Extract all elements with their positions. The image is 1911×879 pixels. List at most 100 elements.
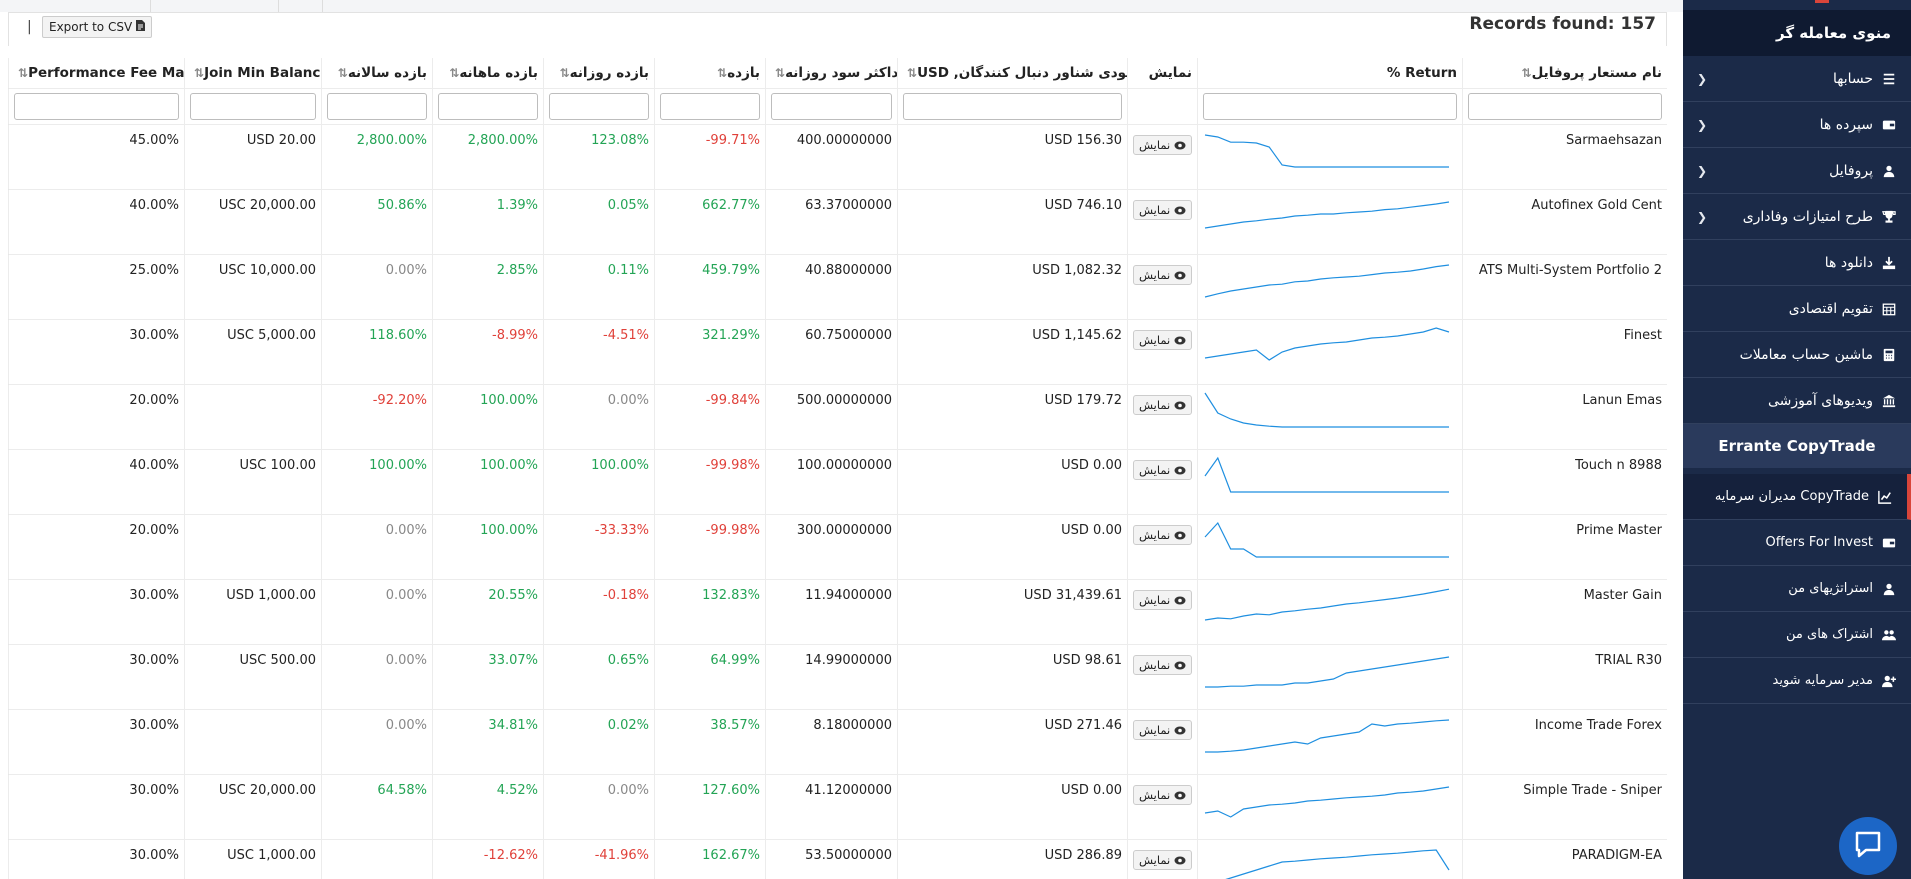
cell-value: 0.00% <box>385 263 427 278</box>
sidebar-item-3[interactable]: طرح امتیازات وفاداری ❮ <box>1683 194 1911 240</box>
sidebar-top-strip <box>1683 0 1911 10</box>
sidebar-item-7[interactable]: ویدیوهای آموزشی <box>1683 378 1911 424</box>
view-button[interactable]: نمایش <box>1133 785 1193 805</box>
view-button[interactable]: نمایش <box>1133 655 1193 675</box>
sidebar-item-label: ویدیوهای آموزشی <box>1768 392 1873 409</box>
cell-value: 1.39% <box>496 198 538 213</box>
view-button[interactable]: نمایش <box>1133 525 1193 545</box>
column-header-join_min[interactable]: ⇅Join Min Balance <box>184 58 321 88</box>
filter-input-max_daily[interactable] <box>771 93 892 120</box>
cell-value: 45.00% <box>129 133 179 148</box>
sidebar-item-2[interactable]: پروفایل ❮ <box>1683 148 1911 194</box>
view-button[interactable]: نمایش <box>1133 590 1193 610</box>
column-header-period[interactable]: ⇅بازده <box>654 58 765 88</box>
sidebar-item-5[interactable]: تقویم اقتصادی <box>1683 286 1911 332</box>
filter-input-return[interactable] <box>1203 93 1457 120</box>
user-icon <box>1881 581 1897 597</box>
view-button[interactable]: نمایش <box>1133 265 1193 285</box>
view-button[interactable]: نمایش <box>1133 395 1193 415</box>
filter-input-period[interactable] <box>660 93 760 120</box>
cell-value: 30.00% <box>129 848 179 863</box>
view-button[interactable]: نمایش <box>1133 135 1193 155</box>
table-row[interactable]: Touch n 8988 نمایش USD 0.00 100.00000000 -99… <box>8 450 1667 515</box>
sort-icon[interactable]: ⇅ <box>338 66 348 80</box>
cell-equity: USD 1,145.62 <box>897 320 1127 384</box>
table-row[interactable]: Prime Master نمایش USD 0.00 300.00000000 -99… <box>8 515 1667 580</box>
eye-icon <box>1174 791 1186 799</box>
view-button[interactable]: نمایش <box>1133 330 1193 350</box>
eye-icon <box>1174 466 1186 474</box>
cell-daily: 0.11% <box>543 255 654 319</box>
sidebar-item-0[interactable]: حسابها ❮ <box>1683 56 1911 102</box>
column-header-monthly[interactable]: ⇅بازده ماهانه <box>432 58 543 88</box>
table-row[interactable]: TRIAL R30 نمایش USD 98.61 14.99000000 64.99%… <box>8 645 1667 710</box>
column-header-yearly[interactable]: ⇅بازده سالانه <box>321 58 432 88</box>
filter-input-join_min[interactable] <box>190 93 316 120</box>
table-row[interactable]: Lanun Emas نمایش USD 179.72 500.00000000 -99… <box>8 385 1667 450</box>
table-body: Sarmaehsazan نمایش USD 156.30 400.00000000 -… <box>8 125 1667 879</box>
sidebar-item-6[interactable]: ماشین حساب معاملات <box>1683 332 1911 378</box>
export-csv-button[interactable]: Export to CSV <box>42 16 153 38</box>
cell-yearly: -92.20% <box>321 385 432 449</box>
view-button[interactable]: نمایش <box>1133 200 1193 220</box>
column-header-label: نمایش <box>1148 65 1192 81</box>
table-row[interactable]: Income Trade Forex نمایش USD 271.46 8.18000… <box>8 710 1667 775</box>
sort-icon[interactable]: ⇅ <box>775 66 785 80</box>
table-row[interactable]: Sarmaehsazan نمایش USD 156.30 400.00000000 -… <box>8 125 1667 190</box>
sidebar-item-4[interactable]: دانلود ها <box>1683 240 1911 286</box>
copytrade-item-4[interactable]: مدیر سرمایه شوید <box>1683 658 1911 704</box>
cell-fee_max: 40.00% <box>8 190 184 254</box>
column-header-daily[interactable]: ⇅بازده روزانه <box>543 58 654 88</box>
cell-equity: USD 0.00 <box>897 450 1127 514</box>
traders-table: ⇅نام مستعار پروفایلReturn %نمایش⇅موجودی … <box>8 58 1667 879</box>
column-header-equity[interactable]: ⇅موجودی شناور دنبال کنندگان, USD <box>897 58 1127 88</box>
filter-row <box>8 89 1667 125</box>
cell-fee_max: 30.00% <box>8 775 184 839</box>
column-header-name[interactable]: ⇅نام مستعار پروفایل <box>1462 58 1667 88</box>
column-header-max_daily[interactable]: ⇅حداکثر سود روزانه <box>765 58 897 88</box>
table-row[interactable]: Finest نمایش USD 1,145.62 60.75000000 321.29… <box>8 320 1667 385</box>
cell-yearly: 0.00% <box>321 710 432 774</box>
filter-input-daily[interactable] <box>549 93 649 120</box>
column-header-label: نام مستعار پروفایل <box>1531 65 1662 81</box>
copytrade-item-1[interactable]: Offers For Invest <box>1683 520 1911 566</box>
table-row[interactable]: ATS Multi-System Portfolio 2 نمایش USD 1,0… <box>8 255 1667 320</box>
cell-return <box>1197 385 1462 449</box>
chat-button[interactable] <box>1839 817 1897 875</box>
view-button-label: نمایش <box>1139 593 1171 607</box>
filter-input-yearly[interactable] <box>327 93 427 120</box>
table-row[interactable]: Simple Trade - Sniper نمایش USD 0.00 41.120… <box>8 775 1667 840</box>
cell-max_daily: 400.00000000 <box>765 125 897 189</box>
view-button[interactable]: نمایش <box>1133 850 1193 870</box>
cell-value: 41.12000000 <box>805 783 892 798</box>
copytrade-item-label: استراتژیهای من <box>1788 581 1873 596</box>
sort-icon[interactable]: ⇅ <box>560 66 570 80</box>
copytrade-item-0[interactable]: CopyTrade مدیران سرمایه <box>1683 474 1911 520</box>
filter-input-equity[interactable] <box>903 93 1122 120</box>
sort-icon[interactable]: ⇅ <box>907 66 917 80</box>
copytrade-item-3[interactable]: اشتراک های من <box>1683 612 1911 658</box>
table-row[interactable]: PARADIGM-EA نمایش USD 286.89 53.50000000 162… <box>8 840 1667 879</box>
cell-name: Finest <box>1462 320 1667 384</box>
sort-icon[interactable]: ⇅ <box>449 66 459 80</box>
filter-input-name[interactable] <box>1468 93 1662 120</box>
filter-cell <box>654 89 765 124</box>
sort-icon[interactable]: ⇅ <box>1522 66 1532 80</box>
filter-input-monthly[interactable] <box>438 93 538 120</box>
table-row[interactable]: Autofinex Gold Cent نمایش USD 746.10 63.370… <box>8 190 1667 255</box>
copytrade-item-2[interactable]: استراتژیهای من <box>1683 566 1911 612</box>
cell-value: -0.18% <box>603 588 649 603</box>
cell-period: 127.60% <box>654 775 765 839</box>
view-button[interactable]: نمایش <box>1133 460 1193 480</box>
sort-icon[interactable]: ⇅ <box>717 66 727 80</box>
sidebar-item-1[interactable]: سپرده ها ❮ <box>1683 102 1911 148</box>
filter-input-fee_max[interactable] <box>14 93 179 120</box>
sidebar-menu: حسابها ❮ سپرده ها ❮ پروفایل ❮ طرح امتیازات وفا… <box>1683 56 1911 424</box>
cell-value: 662.77% <box>702 198 760 213</box>
table-row[interactable]: Master Gain نمایش USD 31,439.61 11.94000000… <box>8 580 1667 645</box>
column-header-fee_max[interactable]: ⇅Performance Fee Max <box>8 58 184 88</box>
sort-icon[interactable]: ⇅ <box>194 66 204 80</box>
sort-icon[interactable]: ⇅ <box>18 66 28 80</box>
view-button[interactable]: نمایش <box>1133 720 1193 740</box>
cell-return <box>1197 125 1462 189</box>
